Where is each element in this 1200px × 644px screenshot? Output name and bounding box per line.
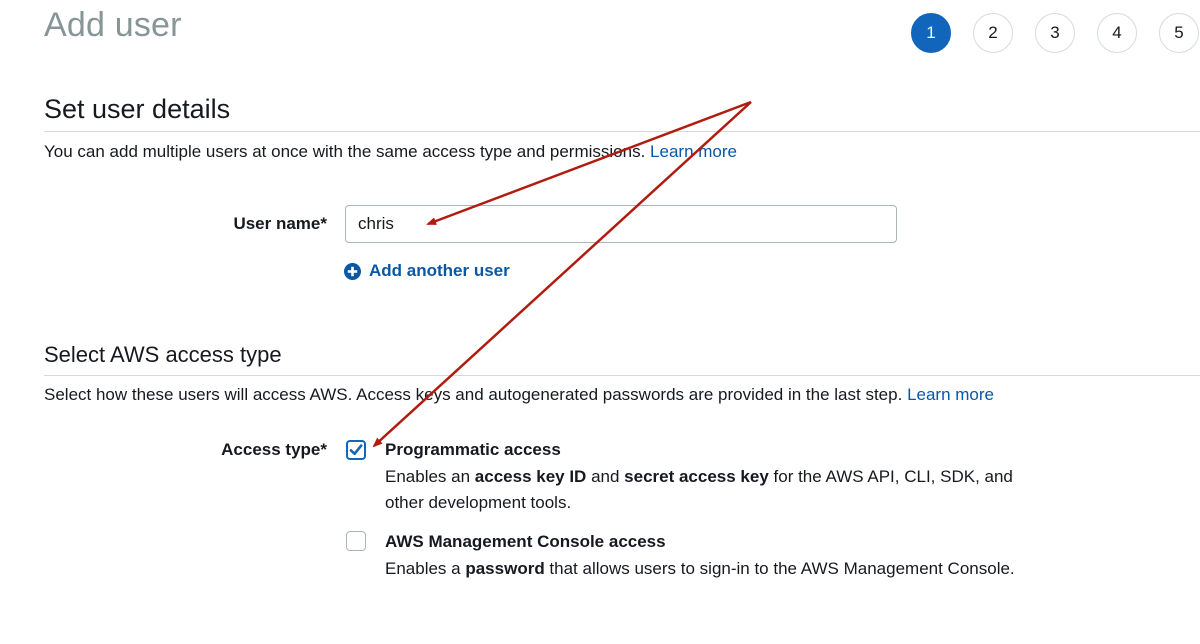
step-4[interactable]: 4 [1097,13,1137,53]
learn-more-link-access-type[interactable]: Learn more [907,385,994,404]
section-divider [44,375,1200,376]
access-type-description: Select how these users will access AWS. … [44,385,994,405]
programmatic-access-description: Enables an access key ID and secret acce… [385,464,1035,516]
desc-text: and [586,467,625,486]
checkmark-icon [349,444,363,456]
step-5[interactable]: 5 [1159,13,1199,53]
learn-more-link-user-details[interactable]: Learn more [650,142,737,161]
wizard-steps: 1 2 3 4 5 [911,13,1199,53]
desc-bold-password: password [465,559,545,578]
desc-text: Enables an [385,467,475,486]
user-name-label: User name* [233,214,327,233]
desc-text: Enables a [385,559,466,578]
add-user-page: Add user 1 2 3 4 5 Set user details You … [0,0,1200,644]
section-heading-access-type: Select AWS access type [44,342,282,367]
page-title: Add user [44,6,182,44]
user-name-input[interactable] [345,205,897,243]
desc-bold-secret-access-key: secret access key [624,467,769,486]
access-type-description-text: Select how these users will access AWS. … [44,385,903,404]
step-1[interactable]: 1 [911,13,951,53]
programmatic-access-checkbox[interactable] [346,440,366,460]
user-details-description-text: You can add multiple users at once with … [44,142,646,161]
programmatic-access-title: Programmatic access [385,440,561,459]
add-another-user-button[interactable]: Add another user [344,261,510,281]
desc-bold-access-key-id: access key ID [474,467,587,486]
console-access-description: Enables a password that allows users to … [385,556,1035,582]
access-type-label: Access type* [221,440,327,459]
step-2[interactable]: 2 [973,13,1013,53]
step-3[interactable]: 3 [1035,13,1075,53]
section-heading-user-details: Set user details [44,94,231,124]
plus-circle-icon [344,262,361,280]
user-details-description: You can add multiple users at once with … [44,142,737,162]
add-another-user-label: Add another user [369,261,510,280]
console-access-checkbox[interactable] [346,531,366,551]
desc-text: that allows users to sign-in to the AWS … [544,559,1015,578]
console-access-title: AWS Management Console access [385,532,666,551]
section-divider [44,131,1200,132]
